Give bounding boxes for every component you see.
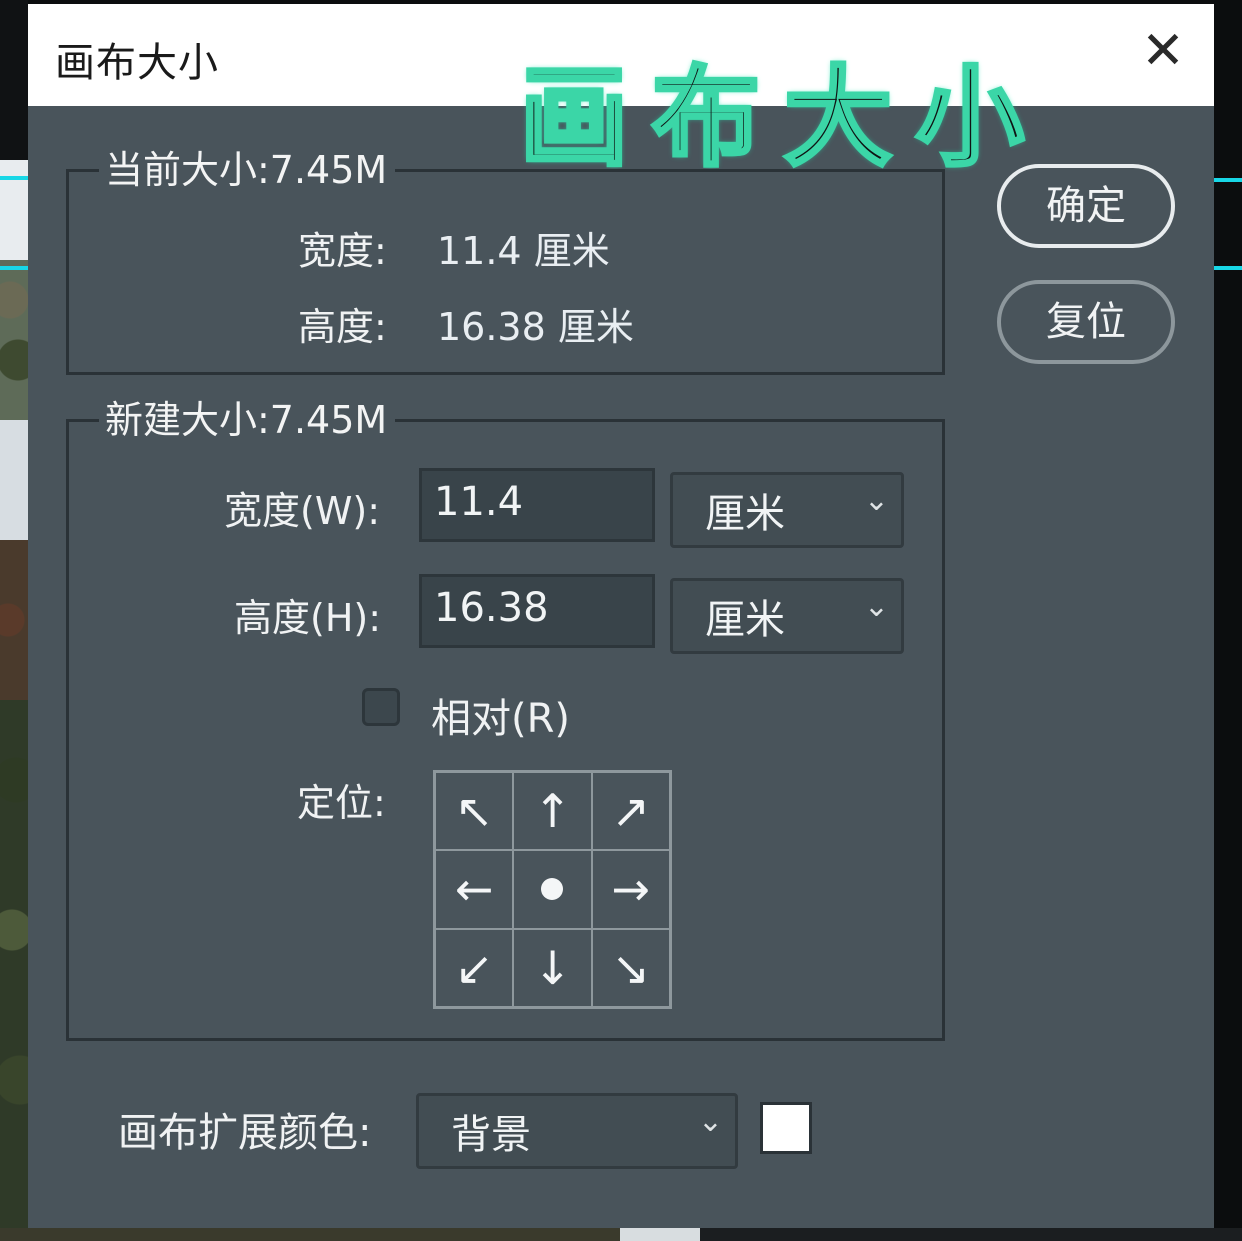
extension-color-select[interactable]: 背景 ⌄ — [416, 1093, 738, 1169]
arrow-left-icon[interactable]: ← — [435, 850, 514, 929]
width-unit-value: 厘米 — [705, 491, 785, 537]
arrow-down-icon[interactable]: ↓ — [513, 928, 592, 1007]
arrow-up-right-icon[interactable]: ↗ — [591, 772, 670, 851]
guide-marker — [0, 266, 28, 270]
ok-button[interactable]: 确定 — [997, 164, 1175, 248]
arrow-up-left-icon[interactable]: ↖ — [435, 772, 514, 851]
new-height-label: 高度(H): — [234, 596, 382, 640]
new-width-label: 宽度(W): — [224, 489, 381, 533]
current-width-value: 11.4 厘米 — [437, 229, 610, 273]
anchor-label: 定位: — [297, 781, 386, 825]
extension-color-label: 画布扩展颜色: — [118, 1110, 372, 1156]
guide-marker — [0, 176, 28, 180]
chevron-down-icon: ⌄ — [863, 589, 889, 624]
anchor-grid: ↖ ↑ ↗ ← → ↙ ↓ ↘ — [433, 770, 672, 1009]
width-unit-select[interactable]: 厘米 ⌄ — [670, 472, 904, 548]
guide-marker — [1214, 178, 1242, 182]
center-dot — [541, 878, 564, 901]
height-input[interactable]: 16.38 — [419, 574, 655, 648]
relative-label[interactable]: 相对(R) — [431, 686, 570, 744]
current-height-label: 高度: — [298, 305, 387, 349]
extension-color-swatch[interactable] — [760, 1102, 812, 1154]
background-photo-left — [0, 0, 28, 1241]
chevron-down-icon: ⌄ — [863, 483, 889, 518]
chevron-down-icon: ⌄ — [697, 1104, 723, 1139]
relative-checkbox[interactable] — [362, 688, 400, 726]
dialog-title: 画布大小 — [55, 40, 219, 86]
current-height-value: 16.38 厘米 — [437, 305, 634, 349]
arrow-up-icon[interactable]: ↑ — [513, 772, 592, 851]
arrow-down-left-icon[interactable]: ↙ — [435, 928, 514, 1007]
guide-marker — [1214, 266, 1242, 270]
canvas-size-dialog: 画布大小 ✕ 画布大小 当前大小:7.45M 宽度: 11.4 厘米 高度: 1… — [28, 4, 1214, 1228]
background-photo-bottom — [0, 1228, 1242, 1241]
close-icon[interactable]: ✕ — [1138, 25, 1188, 77]
current-width-label: 宽度: — [298, 229, 387, 273]
arrow-right-icon[interactable]: → — [591, 850, 670, 929]
reset-button[interactable]: 复位 — [997, 280, 1175, 364]
height-unit-value: 厘米 — [705, 597, 785, 643]
height-unit-select[interactable]: 厘米 ⌄ — [670, 578, 904, 654]
current-size-group: 当前大小:7.45M 宽度: 11.4 厘米 高度: 16.38 厘米 — [66, 142, 945, 375]
extension-color-value: 背景 — [451, 1112, 531, 1158]
anchor-center-icon[interactable] — [513, 850, 592, 929]
arrow-down-right-icon[interactable]: ↘ — [591, 928, 670, 1007]
overlay-title: 画布大小 — [518, 54, 1049, 183]
current-size-legend: 当前大小:7.45M — [99, 142, 396, 198]
new-size-legend: 新建大小:7.45M — [99, 392, 396, 448]
width-input[interactable]: 11.4 — [419, 468, 655, 542]
